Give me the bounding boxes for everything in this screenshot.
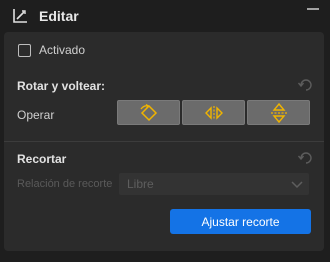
crop-ratio-label: Relación de recorte (17, 178, 113, 190)
crop-title: Recortar (17, 152, 67, 166)
flip-horizontal-button[interactable] (182, 100, 245, 125)
flip-vertical-button[interactable] (247, 100, 310, 125)
edit-panel: Activado Rotar y voltear: Operar Recorta… (4, 32, 324, 251)
rotate-flip-title: Rotar y voltear: (17, 79, 106, 93)
operate-label: Operar (17, 108, 55, 122)
crop-reset-icon[interactable] (298, 151, 314, 165)
reset-icon[interactable] (298, 78, 314, 92)
crop-ratio-value: Libre (127, 177, 154, 191)
flip-vertical-icon (270, 102, 287, 123)
rotate-icon (139, 103, 157, 121)
chevron-down-icon (291, 181, 303, 189)
edit-crop-icon (13, 9, 27, 23)
apply-crop-button[interactable]: Ajustar recorte (170, 209, 311, 234)
flip-horizontal-icon (204, 105, 223, 120)
enabled-label: Activado (39, 43, 86, 57)
crop-ratio-select[interactable]: Libre (119, 173, 309, 195)
panel-header: Editar (0, 0, 330, 32)
enabled-toggle[interactable]: Activado (18, 43, 85, 57)
rotate-button[interactable] (117, 100, 180, 125)
panel-title: Editar (39, 8, 79, 24)
section-divider (4, 141, 324, 142)
enabled-checkbox[interactable] (18, 43, 31, 57)
minimize-icon[interactable] (306, 6, 320, 20)
